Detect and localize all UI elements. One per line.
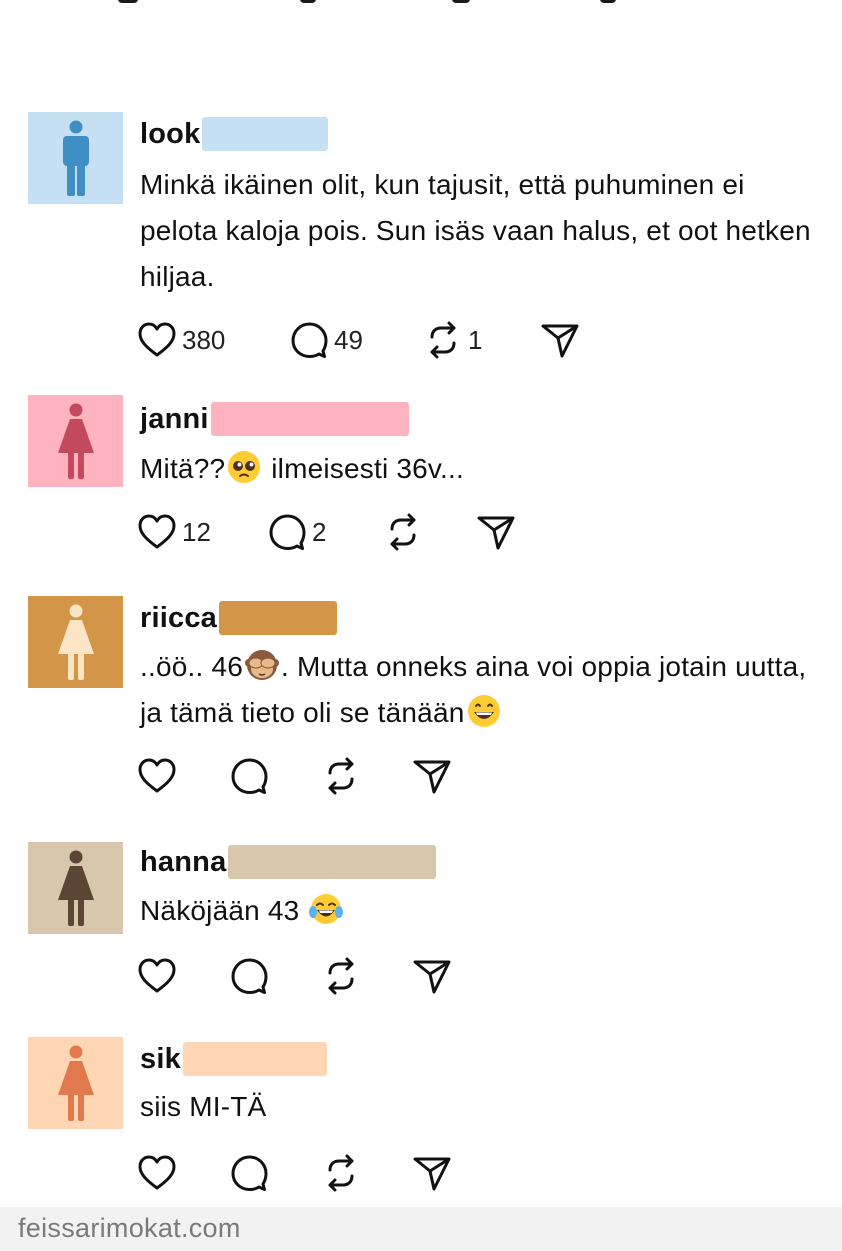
- like-button[interactable]: [138, 1153, 176, 1193]
- clipped-top-content: [0, 0, 842, 6]
- comment-text: Mitä?? ilmeisesti 36v...: [140, 446, 830, 492]
- send-icon: [477, 516, 515, 550]
- username[interactable]: hanna: [140, 846, 226, 879]
- repost-button[interactable]: [322, 756, 360, 796]
- heart-icon: [138, 514, 176, 549]
- reply-count: 49: [334, 324, 363, 355]
- woman-icon: [57, 604, 94, 680]
- like-button[interactable]: [138, 956, 176, 996]
- share-button[interactable]: [412, 1153, 452, 1193]
- speech-bubble-icon: [231, 1155, 268, 1191]
- repost-icon: [328, 757, 354, 795]
- woman-icon: [57, 850, 94, 926]
- redacted-username: [202, 117, 329, 151]
- send-icon: [413, 960, 451, 994]
- share-button[interactable]: [540, 320, 580, 360]
- speech-bubble-icon: [269, 514, 306, 550]
- repost-count: 1: [468, 324, 483, 355]
- like-button[interactable]: 380: [138, 320, 225, 360]
- username[interactable]: sik: [140, 1043, 181, 1076]
- comment-text: ..öö.. 46. Mutta onneks aina voi oppia j…: [140, 644, 830, 736]
- send-icon: [413, 760, 451, 794]
- share-button[interactable]: [476, 512, 516, 552]
- comment-text: Minkä ikäinen olit, kun tajusit, että pu…: [140, 169, 811, 292]
- username[interactable]: janni: [140, 403, 209, 436]
- share-button[interactable]: [412, 956, 452, 996]
- repost-icon: [328, 1154, 354, 1192]
- avatar[interactable]: [28, 112, 123, 204]
- woman-icon: [57, 1045, 94, 1121]
- tears-of-joy-emoji: [309, 894, 344, 924]
- comment-text: Näköjään 43: [140, 888, 830, 934]
- repost-button[interactable]: [384, 512, 422, 552]
- like-count: 380: [182, 324, 226, 355]
- comment-text-part: ilmeisesti 36v...: [263, 453, 464, 484]
- repost-icon: [328, 957, 354, 995]
- repost-button[interactable]: [322, 956, 360, 996]
- speech-bubble-icon: [291, 322, 328, 358]
- share-button[interactable]: [412, 756, 452, 796]
- repost-icon: [430, 321, 456, 359]
- see-no-evil-monkey-emoji: [245, 650, 279, 680]
- reply-button[interactable]: [230, 956, 268, 996]
- woman-icon: [57, 403, 94, 479]
- speech-bubble-icon: [231, 758, 268, 794]
- send-icon: [541, 324, 579, 358]
- send-icon: [413, 1157, 451, 1191]
- redacted-username: [182, 1042, 327, 1076]
- comment-text-part: Mitä??: [140, 453, 226, 484]
- avatar[interactable]: [28, 842, 123, 934]
- username[interactable]: riicca: [140, 602, 217, 635]
- redacted-username: [228, 845, 437, 879]
- avatar[interactable]: [28, 1037, 123, 1129]
- pleading-face-emoji: [228, 451, 261, 483]
- redacted-username: [219, 601, 337, 635]
- username[interactable]: look: [140, 118, 200, 151]
- like-count: 12: [182, 516, 211, 547]
- heart-icon: [138, 322, 176, 357]
- reply-button[interactable]: [230, 1153, 268, 1193]
- man-icon: [62, 120, 89, 196]
- reply-button[interactable]: [230, 756, 268, 796]
- watermark-text: feissarimokat.com: [18, 1213, 241, 1243]
- avatar[interactable]: [28, 395, 123, 487]
- repost-button[interactable]: [322, 1153, 360, 1193]
- comment-text-part: Näköjään 43: [140, 895, 308, 926]
- speech-bubble-icon: [231, 958, 268, 994]
- repost-button[interactable]: 1: [424, 320, 482, 360]
- like-button[interactable]: 12: [138, 512, 211, 552]
- watermark-bar: feissarimokat.com: [0, 1207, 842, 1251]
- reply-count: 2: [312, 516, 327, 547]
- repost-icon: [390, 513, 416, 551]
- heart-icon: [138, 958, 176, 993]
- reply-button[interactable]: 2: [268, 512, 326, 552]
- comment-text-part: ..öö.. 46: [140, 651, 243, 682]
- reply-button[interactable]: 49: [290, 320, 363, 360]
- avatar[interactable]: [28, 596, 123, 688]
- comment-text: siis MI-TÄ: [140, 1091, 267, 1122]
- heart-icon: [138, 1155, 176, 1190]
- redacted-username: [210, 402, 409, 436]
- like-button[interactable]: [138, 756, 176, 796]
- heart-icon: [138, 758, 176, 793]
- grinning-face-emoji: [467, 695, 500, 727]
